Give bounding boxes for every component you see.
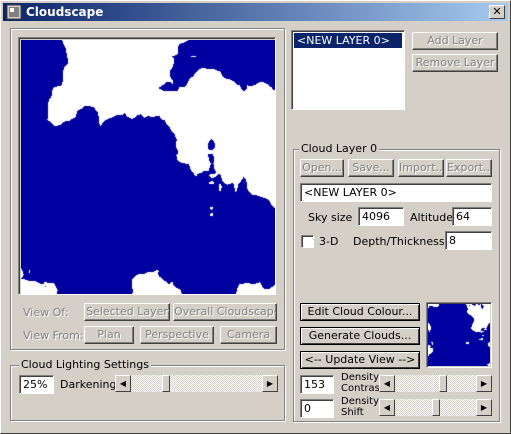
scroll-right-icon[interactable]: ▶ (476, 375, 492, 392)
lighting-group-title: Cloud Lighting Settings (19, 358, 151, 371)
density-shift-slider-thumb[interactable] (432, 399, 440, 416)
view-from-label: View From: (23, 329, 84, 342)
three-d-checkbox[interactable] (301, 235, 314, 248)
close-icon: ✕ (492, 5, 502, 18)
sky-size-label: Sky size (308, 211, 353, 224)
cloudscape-window: Cloudscape ✕ View Of: Selected Layer Ove… (0, 0, 511, 434)
title-bar[interactable]: Cloudscape ✕ (3, 3, 508, 21)
scroll-left-icon[interactable]: ◀ (379, 399, 395, 416)
altitude-field[interactable]: 64 (452, 207, 492, 226)
scroll-right-icon[interactable]: ▶ (262, 375, 278, 392)
layer-list[interactable]: <NEW LAYER 0> (291, 30, 405, 110)
open-button[interactable]: Open... (300, 159, 344, 177)
scroll-left-icon[interactable]: ◀ (115, 375, 131, 392)
darkening-slider-thumb[interactable] (162, 375, 170, 392)
close-button[interactable]: ✕ (489, 5, 505, 19)
edit-cloud-colour-button[interactable]: Edit Cloud Colour... (300, 303, 420, 321)
layer-name-field[interactable]: <NEW LAYER 0> (300, 183, 492, 202)
plan-button[interactable]: Plan (84, 326, 134, 344)
add-layer-button[interactable]: Add Layer (412, 32, 498, 50)
export-button[interactable]: Export... (446, 159, 492, 177)
view-of-label: View Of: (23, 306, 69, 319)
three-d-label[interactable]: 3-D (319, 235, 338, 248)
density-shift-label-2: Shift (341, 407, 364, 418)
camera-button[interactable]: Camera (220, 326, 277, 344)
import-button[interactable]: Import... (398, 159, 444, 177)
density-shift-label-1: Density (341, 396, 380, 407)
remove-layer-button[interactable]: Remove Layer (412, 54, 498, 72)
darkening-slider[interactable]: ◀ ▶ (115, 375, 278, 392)
overall-cloudscape-button[interactable]: Overall Cloudscape (173, 303, 277, 321)
scroll-left-icon[interactable]: ◀ (379, 375, 395, 392)
depth-thickness-field[interactable]: 8 (445, 231, 492, 250)
generate-clouds-button[interactable]: Generate Clouds... (300, 327, 420, 345)
density-shift-slider[interactable]: ◀ ▶ (379, 399, 492, 416)
density-contrast-label-1: Density (341, 372, 380, 383)
cloud-preview-frame (18, 37, 276, 295)
cloud-layer-title: Cloud Layer 0 (299, 142, 380, 155)
density-contrast-slider-thumb[interactable] (439, 375, 447, 392)
save-button[interactable]: Save... (348, 159, 394, 177)
density-contrast-label-2: Contrast (341, 383, 384, 394)
density-contrast-field[interactable]: 153 (300, 375, 334, 394)
selected-layer-button[interactable]: Selected Layer (84, 303, 170, 321)
update-view-button[interactable]: <-- Update View --> (300, 351, 420, 369)
scroll-right-icon[interactable]: ▶ (476, 399, 492, 416)
sky-size-field[interactable]: 4096 (358, 207, 404, 226)
cloud-thumbnail-frame (426, 302, 492, 368)
lighting-percent-field[interactable]: 25% (19, 375, 54, 394)
cloud-preview-image (21, 40, 275, 294)
app-icon (6, 4, 22, 20)
depth-thickness-label: Depth/Thickness (353, 235, 445, 248)
cloud-thumbnail-image (428, 304, 490, 366)
altitude-label: Altitude (410, 211, 453, 224)
window-title: Cloudscape (26, 5, 104, 19)
layer-list-item[interactable]: <NEW LAYER 0> (294, 33, 402, 48)
darkening-label: Darkening (60, 378, 117, 391)
density-contrast-slider[interactable]: ◀ ▶ (379, 375, 492, 392)
density-shift-field[interactable]: 0 (300, 399, 334, 418)
perspective-button[interactable]: Perspective (140, 326, 214, 344)
